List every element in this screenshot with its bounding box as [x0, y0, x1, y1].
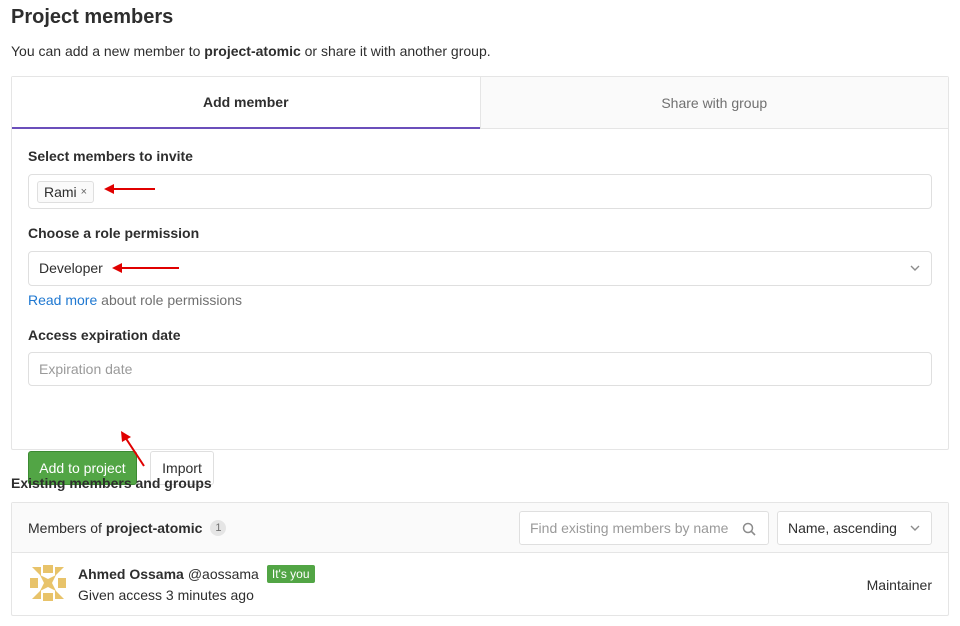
expiration-date-label: Access expiration date — [28, 327, 181, 343]
member-access-time: Given access 3 minutes ago — [78, 587, 254, 603]
selected-member-token: Rami × — [37, 181, 95, 203]
members-of-label: Members of project-atomic 1 — [28, 520, 227, 536]
role-help-text: Read more about role permissions — [28, 292, 242, 308]
page-title: Project members — [11, 6, 174, 28]
identicon-avatar-icon[interactable] — [28, 563, 68, 603]
existing-members-title: Existing members and groups — [11, 475, 212, 491]
members-select-input[interactable]: Rami × — [28, 174, 932, 209]
tab-share-with-group[interactable]: Share with group — [479, 77, 948, 128]
members-project-name: project-atomic — [105, 520, 203, 536]
intro-project-name: project-atomic — [204, 43, 301, 59]
token-remove-icon[interactable]: × — [81, 186, 87, 198]
existing-members-panel: Members of project-atomic 1 Name, ascend… — [11, 502, 949, 616]
token-label: Rami — [44, 184, 77, 200]
member-handle: @aossama — [187, 566, 259, 582]
expiration-date-field[interactable] — [28, 352, 932, 386]
add-member-panel: Add member Share with group Select membe… — [11, 76, 949, 485]
read-more-link[interactable]: Read more — [28, 292, 97, 308]
members-count-badge: 1 — [210, 520, 227, 536]
member-name[interactable]: Ahmed Ossama — [78, 566, 184, 582]
sort-select-value: Name, ascending — [788, 520, 897, 536]
member-row: Ahmed Ossama @aossama It's you Given acc… — [12, 553, 948, 616]
intro-before: You can add a new member to — [11, 43, 205, 59]
role-permission-label: Choose a role permission — [28, 225, 200, 241]
member-name-line: Ahmed Ossama @aossama It's you — [78, 565, 315, 583]
members-header: Members of project-atomic 1 Name, ascend… — [12, 503, 948, 553]
members-of-prefix: Members of — [28, 520, 102, 536]
intro-text: You can add a new member to project-atom… — [11, 43, 491, 59]
members-sort-select[interactable]: Name, ascending — [777, 511, 932, 545]
role-select[interactable]: Developer — [28, 251, 932, 286]
member-role: Maintainer — [866, 577, 932, 593]
chevron-down-icon — [910, 265, 920, 271]
tab-add-member[interactable]: Add member — [12, 77, 480, 129]
tab-bar: Add member Share with group — [12, 77, 948, 129]
chevron-down-icon — [910, 525, 920, 531]
intro-after: or share it with another group. — [300, 43, 491, 59]
select-members-label: Select members to invite — [28, 148, 193, 164]
members-search-input[interactable] — [520, 512, 768, 544]
expiration-date-input[interactable] — [29, 353, 931, 385]
read-more-suffix: about role permissions — [97, 292, 243, 308]
members-search-box[interactable] — [519, 511, 769, 545]
search-icon[interactable] — [742, 522, 756, 536]
role-select-value: Developer — [39, 260, 103, 276]
its-you-badge: It's you — [266, 565, 315, 583]
